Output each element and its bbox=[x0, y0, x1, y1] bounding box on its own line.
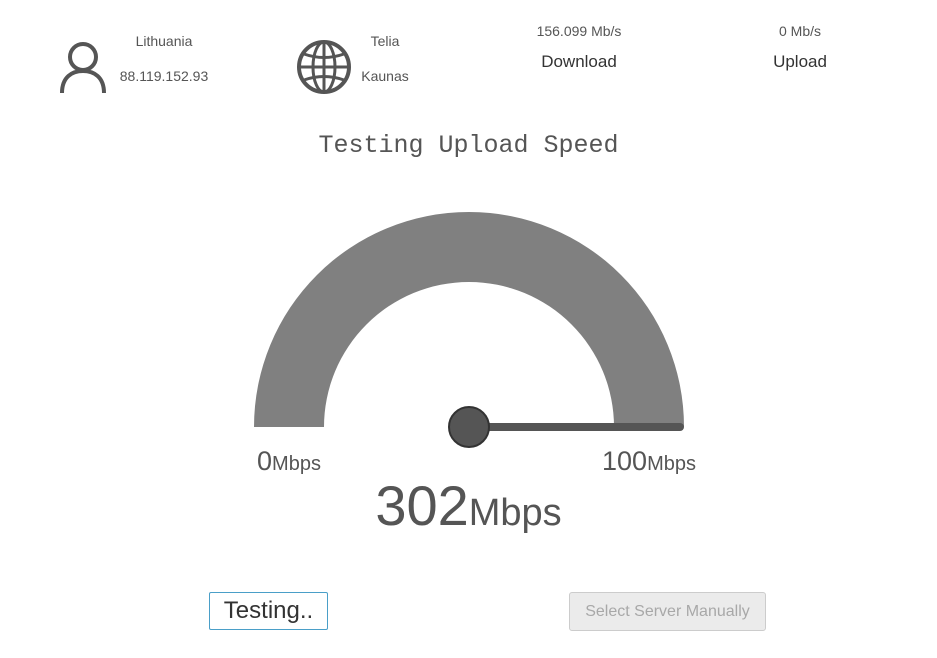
gauge-max-unit: Mbps bbox=[647, 453, 696, 475]
speed-unit: Mbps bbox=[468, 492, 562, 534]
speed-value: 302 bbox=[375, 474, 469, 537]
gauge-arc bbox=[254, 212, 684, 427]
gauge-needle-hub bbox=[448, 406, 490, 448]
select-server-button[interactable]: Select Server Manually bbox=[569, 592, 766, 631]
gauge-min-value: 0 bbox=[257, 446, 273, 476]
gauge-max-value: 100 bbox=[602, 446, 648, 476]
speed-gauge bbox=[254, 212, 684, 448]
gauge-min-unit: Mbps bbox=[272, 453, 321, 475]
speed-readout: 302Mbps bbox=[0, 473, 937, 538]
start-test-button[interactable]: Testing.. bbox=[209, 592, 328, 630]
